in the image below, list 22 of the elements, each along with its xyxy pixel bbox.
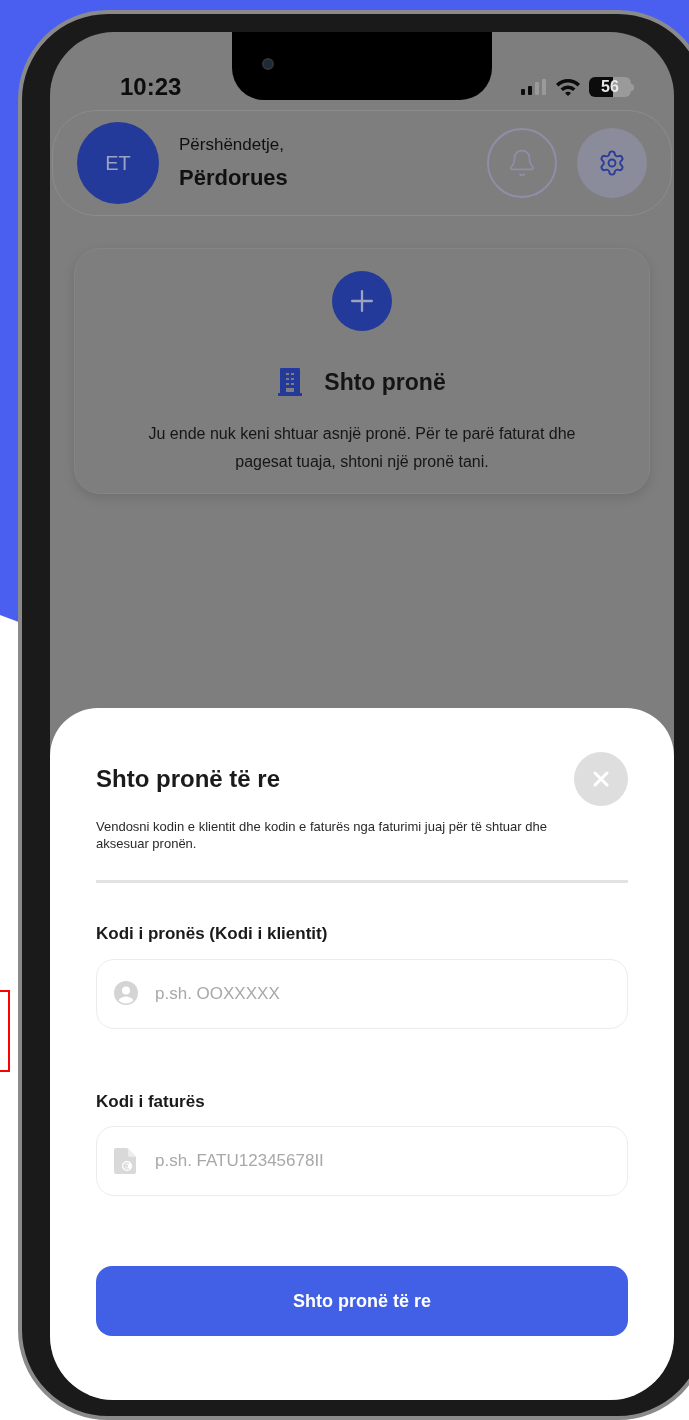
sheet-title: Shto pronë të re	[96, 764, 281, 794]
avatar: ET	[77, 122, 159, 204]
user-name: Përdorues	[179, 164, 289, 193]
document-icon	[114, 1148, 136, 1174]
text-field[interactable]: p.sh. OOXXXXX	[96, 958, 628, 1029]
settings-icon	[598, 149, 626, 177]
add-property-button[interactable]	[332, 271, 392, 331]
sheet-description: Vendosni kodin e klientit dhe kodin e faturës nga faturimi juaj për të shtuar dhe aksesuar pronën.	[96, 818, 548, 852]
camera-icon	[262, 58, 274, 70]
empty-state-title: Shto pronë	[324, 368, 446, 397]
signal-icon	[521, 79, 547, 95]
submit-button[interactable]: Shto pronë të re	[96, 1266, 628, 1336]
status-time: 10:23	[120, 72, 182, 102]
field-label: Kodi i pronës (Kodi i klientit)	[96, 923, 329, 945]
text-field[interactable]: p.sh. FATU12345678II	[96, 1126, 628, 1196]
empty-state-message: Ju ende nuk keni shtuar asnjë pronë. Për te parë faturat dhe pagesat tuaja, shtoni një pronë tani.	[147, 423, 577, 472]
bell-icon	[507, 148, 537, 178]
wifi-icon	[555, 78, 581, 96]
greeting-text: Përshëndetje,	[179, 133, 285, 156]
field-label: Kodi i faturës	[96, 1090, 206, 1113]
building-icon	[278, 368, 303, 397]
user-icon	[114, 980, 138, 1005]
